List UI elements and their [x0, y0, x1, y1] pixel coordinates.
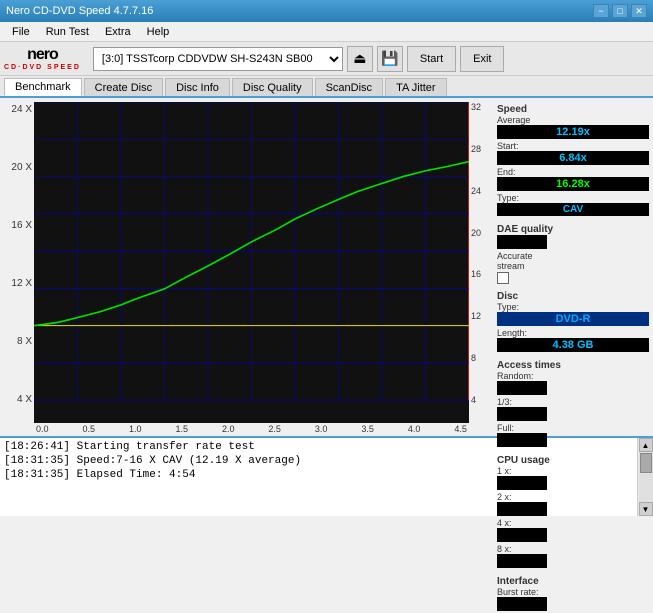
tab-benchmark[interactable]: Benchmark	[4, 78, 82, 96]
tab-disc-info[interactable]: Disc Info	[165, 78, 230, 96]
toolbar: nero CD·DVD SPEED [3:0] TSSTcorp CDDVDW …	[0, 42, 653, 76]
log-entry-1: [18:26:41] Starting transfer rate test	[4, 440, 633, 454]
main-content: 24 X 20 X 16 X 12 X 8 X 4 X	[0, 98, 653, 436]
random-label: Random:	[497, 371, 649, 381]
title-bar: Nero CD-DVD Speed 4.7.7.16 − □ ✕	[0, 0, 653, 22]
accurate-stream-row	[497, 272, 649, 284]
tab-ta-jitter[interactable]: TA Jitter	[385, 78, 447, 96]
log-content: [18:26:41] Starting transfer rate test […	[0, 438, 637, 516]
disc-type-label: Type:	[497, 302, 649, 312]
disc-length-value: 4.38 GB	[497, 338, 649, 352]
disc-title: Disc	[497, 291, 649, 302]
type-label: Type:	[497, 193, 649, 203]
scroll-thumb[interactable]	[640, 453, 652, 473]
tab-disc-quality[interactable]: Disc Quality	[232, 78, 313, 96]
disc-length-label: Length:	[497, 328, 649, 338]
one-third-label: 1/3:	[497, 397, 649, 407]
interface-title: Interface	[497, 576, 649, 587]
dae-section: DAE quality Accurate stream	[497, 222, 649, 285]
accurate-stream-checkbox[interactable]	[497, 272, 509, 284]
nero-logo-text: nero	[27, 46, 58, 64]
end-value: 16.28x	[497, 177, 649, 191]
chart-svg	[34, 102, 469, 423]
chart-area	[34, 102, 469, 423]
x8-value	[497, 554, 547, 568]
chart-wrapper: 24 X 20 X 16 X 12 X 8 X 4 X	[0, 98, 493, 436]
menu-extra[interactable]: Extra	[97, 24, 139, 40]
log-entry-2: [18:31:35] Speed:7-16 X CAV (12.19 X ave…	[4, 454, 633, 468]
full-label: Full:	[497, 423, 649, 433]
menu-bar: File Run Test Extra Help	[0, 22, 653, 42]
eject-button[interactable]: ⏏	[347, 46, 373, 72]
x4-label: 4 x:	[497, 518, 649, 528]
disc-type-value: DVD-R	[497, 312, 649, 326]
y-axis-left: 24 X 20 X 16 X 12 X 8 X 4 X	[2, 102, 34, 423]
nero-logo: nero CD·DVD SPEED	[4, 46, 81, 71]
close-button[interactable]: ✕	[631, 4, 647, 18]
menu-run-test[interactable]: Run Test	[38, 24, 97, 40]
save-button[interactable]: 💾	[377, 46, 403, 72]
type-value: CAV	[497, 203, 649, 216]
maximize-button[interactable]: □	[612, 4, 628, 18]
burst-value	[497, 597, 547, 611]
disc-section: Disc Type: DVD-R Length: 4.38 GB	[497, 289, 649, 354]
app-title: Nero CD-DVD Speed 4.7.7.16	[6, 5, 153, 17]
log-entry-3: [18:31:35] Elapsed Time: 4:54	[4, 468, 633, 482]
tab-bar: Benchmark Create Disc Disc Info Disc Qua…	[0, 76, 653, 98]
drive-select[interactable]: [3:0] TSSTcorp CDDVDW SH-S243N SB00	[93, 47, 343, 71]
menu-help[interactable]: Help	[139, 24, 178, 40]
tab-create-disc[interactable]: Create Disc	[84, 78, 163, 96]
scroll-track	[639, 452, 653, 502]
average-label: Average	[497, 115, 649, 125]
dae-value-box	[497, 235, 547, 249]
speed-section: Speed Average 12.19x Start: 6.84x End: 1…	[497, 102, 649, 218]
average-value: 12.19x	[497, 125, 649, 139]
tab-scandisc[interactable]: ScanDisc	[315, 78, 383, 96]
right-panel: Speed Average 12.19x Start: 6.84x End: 1…	[493, 98, 653, 436]
x4-value	[497, 528, 547, 542]
burst-label: Burst rate:	[497, 587, 649, 597]
scroll-up-button[interactable]: ▲	[639, 438, 653, 452]
end-label: End:	[497, 167, 649, 177]
nero-logo-sub: CD·DVD SPEED	[4, 64, 81, 71]
dae-title: DAE quality	[497, 224, 649, 235]
minimize-button[interactable]: −	[593, 4, 609, 18]
log-area: [18:26:41] Starting transfer rate test […	[0, 436, 653, 516]
speed-title: Speed	[497, 104, 649, 115]
log-scrollbar: ▲ ▼	[637, 438, 653, 516]
accurate-stream-label: Accurate stream	[497, 251, 649, 271]
exit-button[interactable]: Exit	[460, 46, 504, 72]
scroll-down-button[interactable]: ▼	[639, 502, 653, 516]
access-title: Access times	[497, 360, 649, 371]
menu-file[interactable]: File	[4, 24, 38, 40]
interface-section: Interface Burst rate:	[497, 574, 649, 613]
random-value	[497, 381, 547, 395]
start-label: Start:	[497, 141, 649, 151]
x-axis: 0.0 0.5 1.0 1.5 2.0 2.5 3.0 3.5 4.0 4.5	[2, 424, 491, 434]
x8-label: 8 x:	[497, 544, 649, 554]
y-axis-right: 32 28 24 20 16 12 8 4	[469, 102, 491, 423]
title-bar-controls: − □ ✕	[593, 4, 647, 18]
start-value: 6.84x	[497, 151, 649, 165]
one-third-value	[497, 407, 547, 421]
start-button[interactable]: Start	[407, 46, 456, 72]
stats-left-col: Speed Average 12.19x Start: 6.84x End: 1…	[497, 102, 649, 354]
access-section: Access times Random: 1/3: Full:	[497, 358, 649, 449]
